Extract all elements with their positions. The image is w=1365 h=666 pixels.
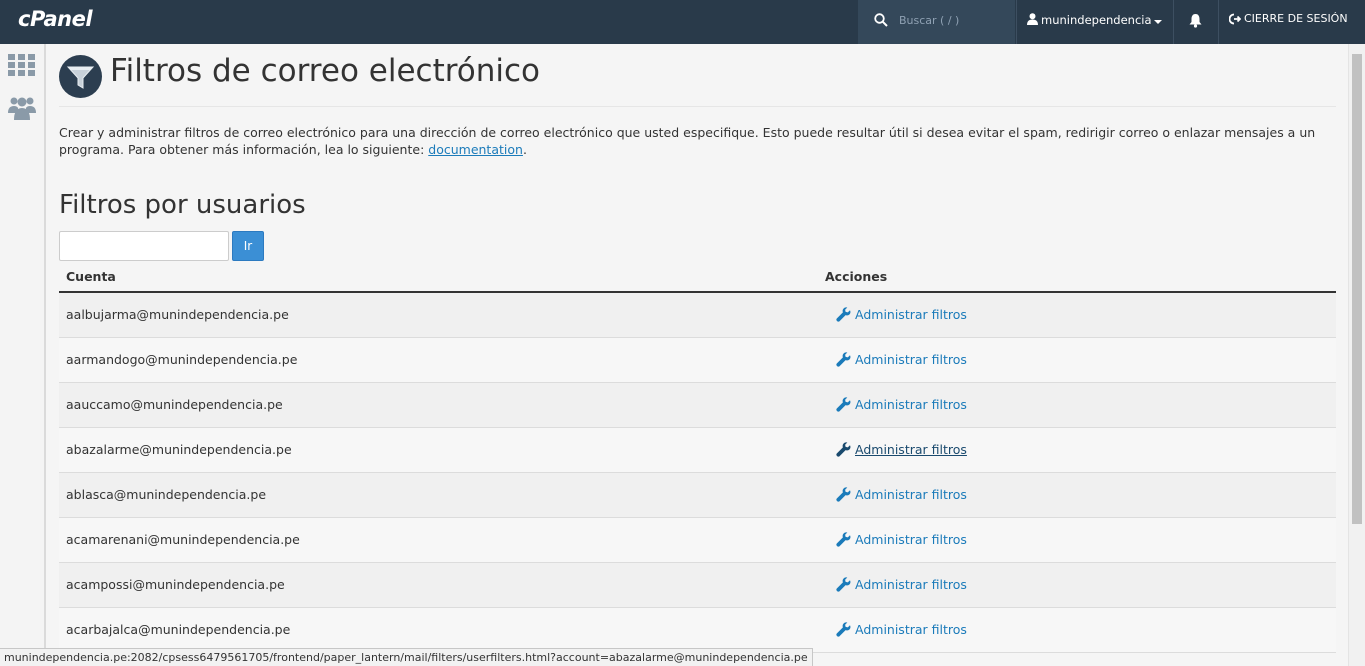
account-email: acamarenani@munindependencia.pe [66, 532, 300, 547]
table-row: ablasca@munindependencia.pe Administrar f… [59, 473, 1336, 518]
table-row: abazalarme@munindependencia.pe Administra… [59, 428, 1336, 473]
logout-button[interactable]: CIERRE DE SESIÓN [1218, 0, 1348, 44]
manage-filters-label: Administrar filtros [855, 487, 967, 502]
section-title: Filtros por usuarios [59, 190, 306, 220]
wrench-icon [836, 622, 851, 637]
top-navbar: cPanel Buscar ( / ) munindependencia CIE… [0, 0, 1365, 44]
page-title: Filtros de correo electrónico [110, 53, 541, 89]
wrench-icon [836, 352, 851, 367]
user-menu[interactable]: munindependencia [1016, 0, 1172, 44]
table-row: acampossi@munindependencia.pe Administrar… [59, 563, 1336, 608]
logout-label: CIERRE DE SESIÓN [1244, 12, 1348, 25]
wrench-icon [836, 442, 851, 457]
table-row: aalbujarma@munindependencia.pe Administra… [59, 293, 1336, 338]
intro-end: . [522, 142, 527, 157]
manage-filters-link[interactable]: Administrar filtros [836, 307, 967, 322]
grid-icon[interactable] [8, 54, 35, 76]
account-email: aalbujarma@munindependencia.pe [66, 307, 289, 322]
manage-filters-link[interactable]: Administrar filtros [836, 397, 967, 412]
scrollbar-thumb[interactable] [1352, 54, 1362, 524]
accounts-table: Cuenta Acciones aalbujarma@munindependen… [59, 262, 1336, 653]
account-email: abazalarme@munindependencia.pe [66, 442, 292, 457]
wrench-icon [836, 487, 851, 502]
link-status-bar: munindependencia.pe:2082/cpsess647956170… [0, 648, 813, 666]
column-header-actions: Acciones [825, 269, 888, 284]
manage-filters-link[interactable]: Administrar filtros [836, 487, 967, 502]
funnel-icon [59, 55, 102, 98]
account-email: aauccamo@munindependencia.pe [66, 397, 283, 412]
user-icon [1027, 13, 1038, 25]
bell-icon [1189, 14, 1202, 28]
manage-filters-label: Administrar filtros [855, 622, 967, 637]
go-button[interactable]: Ir [232, 231, 264, 261]
documentation-link[interactable]: documentation [428, 142, 523, 157]
table-body: aalbujarma@munindependencia.pe Administra… [59, 293, 1336, 653]
manage-filters-label: Administrar filtros [855, 352, 967, 367]
manage-filters-link[interactable]: Administrar filtros [836, 622, 967, 637]
manage-filters-label: Administrar filtros [855, 397, 967, 412]
username-label: munindependencia [1041, 13, 1152, 27]
scrollbar[interactable] [1348, 44, 1365, 666]
search-box[interactable]: Buscar ( / ) [858, 0, 1015, 44]
wrench-icon [836, 577, 851, 592]
search-icon [874, 13, 888, 27]
wrench-icon [836, 397, 851, 412]
manage-filters-label: Administrar filtros [855, 532, 967, 547]
manage-filters-link[interactable]: Administrar filtros [836, 532, 967, 547]
intro-body: Crear y administrar filtros de correo el… [59, 125, 1316, 157]
account-email: acarbajalca@munindependencia.pe [66, 622, 291, 637]
manage-filters-link[interactable]: Administrar filtros [836, 442, 967, 457]
account-email: ablasca@munindependencia.pe [66, 487, 267, 502]
account-email: acampossi@munindependencia.pe [66, 577, 285, 592]
table-header: Cuenta Acciones [59, 262, 1336, 293]
table-row: acarbajalca@munindependencia.pe Administr… [59, 608, 1336, 653]
title-divider [59, 106, 1336, 107]
column-header-account[interactable]: Cuenta [66, 269, 116, 284]
manage-filters-label: Administrar filtros [855, 442, 967, 457]
chevron-down-icon [1154, 20, 1162, 24]
wrench-icon [836, 307, 851, 322]
manage-filters-link[interactable]: Administrar filtros [836, 352, 967, 367]
account-email: aarmandogo@munindependencia.pe [66, 352, 298, 367]
logout-icon [1229, 13, 1241, 25]
manage-filters-label: Administrar filtros [855, 307, 967, 322]
cpanel-logo[interactable]: cPanel [18, 7, 93, 31]
intro-text: Crear y administrar filtros de correo el… [59, 124, 1336, 158]
users-icon[interactable] [8, 96, 36, 120]
wrench-icon [836, 532, 851, 547]
manage-filters-label: Administrar filtros [855, 577, 967, 592]
notifications-button[interactable] [1173, 0, 1217, 44]
search-input[interactable]: Buscar ( / ) [899, 14, 959, 27]
table-row: acamarenani@munindependencia.pe Administr… [59, 518, 1336, 563]
table-row: aarmandogo@munindependencia.pe Administra… [59, 338, 1336, 383]
sidebar [0, 44, 46, 666]
table-row: aauccamo@munindependencia.pe Administrar … [59, 383, 1336, 428]
account-filter-input[interactable] [59, 231, 229, 261]
manage-filters-link[interactable]: Administrar filtros [836, 577, 967, 592]
